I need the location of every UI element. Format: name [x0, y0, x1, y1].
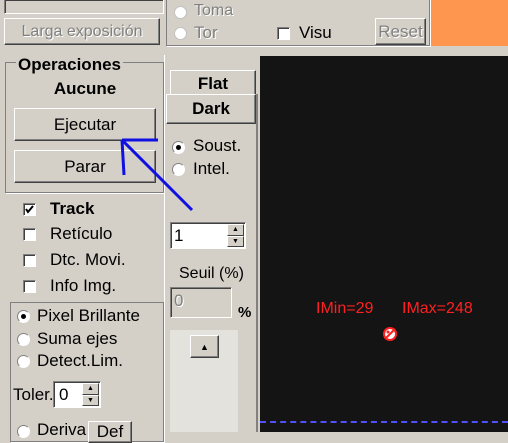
scroll-up-button[interactable]: ▲ — [190, 335, 219, 358]
panel-divider — [164, 55, 165, 432]
check-icon — [25, 205, 34, 214]
imax-readout: IMax=248 — [402, 300, 473, 317]
reset-button[interactable]: Reset — [375, 18, 426, 45]
count-spinner[interactable]: ▲ ▼ — [227, 224, 244, 247]
toler-value: 0 — [59, 385, 69, 404]
toler-up-icon[interactable]: ▲ — [82, 383, 99, 395]
larga-exposicion-label: Larga exposición — [21, 22, 143, 40]
top-left-strip — [4, 0, 164, 14]
dtc-movi-checkbox[interactable] — [23, 254, 36, 267]
larga-exposicion-button[interactable]: Larga exposición — [4, 18, 160, 45]
seuil-value: 0 — [174, 291, 184, 310]
def-label: Def — [96, 422, 124, 441]
reset-label: Reset — [378, 21, 423, 41]
tab-panel-edge — [256, 94, 258, 432]
seuil-label: Seuil (%) — [179, 265, 244, 282]
pixel-brillante-label: Pixel Brillante — [37, 306, 140, 325]
toler-label: Toler. — [13, 385, 54, 404]
parar-label: Parar — [64, 156, 106, 176]
radio-tor-label: Tor — [194, 23, 218, 42]
spin-down-icon[interactable]: ▼ — [227, 235, 244, 247]
track-checkbox[interactable] — [23, 203, 36, 216]
toler-down-icon[interactable]: ▼ — [82, 394, 99, 406]
accent-panel — [431, 0, 508, 46]
seuil-input[interactable]: 0 — [170, 287, 232, 318]
seuil-unit: % — [238, 304, 252, 321]
parar-button[interactable]: Parar — [14, 150, 156, 183]
deriva-label: Deriva — [37, 420, 87, 439]
radio-soust[interactable] — [172, 141, 185, 154]
toler-field[interactable]: 0 ▲ ▼ — [53, 381, 101, 408]
tab-dark[interactable]: Dark — [166, 94, 256, 124]
radio-detect-lim[interactable] — [17, 355, 30, 368]
operation-status: Aucune — [53, 79, 117, 98]
tab-dark-label: Dark — [192, 99, 230, 118]
suma-ejes-label: Suma ejes — [37, 329, 118, 348]
image-view[interactable]: IMin=29 IMax=248 — [260, 56, 508, 432]
radio-soust-label: Soust. — [193, 136, 242, 155]
dtc-movi-label: Dtc. Movi. — [50, 250, 126, 269]
radio-toma[interactable] — [174, 6, 187, 19]
reticulo-label: Retículo — [50, 224, 113, 243]
tab-flat[interactable]: Flat — [170, 70, 256, 96]
detect-lim-label: Detect.Lim. — [37, 351, 123, 370]
info-img-label: Info Img. — [50, 276, 117, 295]
radio-tor[interactable] — [174, 27, 187, 40]
scroll-up-icon: ▲ — [200, 341, 209, 352]
imin-readout: IMin=29 — [316, 300, 374, 317]
toler-spinner[interactable]: ▲ ▼ — [82, 383, 99, 406]
radio-intel[interactable] — [172, 163, 185, 176]
target-marker-icon — [383, 327, 397, 341]
radio-pixel-brillante[interactable] — [17, 310, 30, 323]
radio-toma-label: Toma — [194, 2, 234, 19]
operaciones-title: Operaciones — [16, 55, 123, 75]
reference-line — [260, 421, 508, 423]
visu-label: Visu — [299, 23, 332, 42]
reticulo-checkbox[interactable] — [23, 228, 36, 241]
radio-intel-label: Intel. — [193, 159, 230, 178]
tab-flat-label: Flat — [197, 73, 229, 93]
count-value: 1 — [174, 226, 184, 245]
def-button[interactable]: Def — [88, 421, 132, 443]
count-field[interactable]: 1 ▲ ▼ — [170, 222, 246, 249]
track-label: Track — [50, 199, 95, 218]
spin-up-icon[interactable]: ▲ — [227, 224, 244, 236]
radio-suma-ejes[interactable] — [17, 333, 30, 346]
ejecutar-button[interactable]: Ejecutar — [14, 108, 156, 141]
visu-checkbox[interactable] — [277, 27, 290, 40]
info-img-checkbox[interactable] — [23, 280, 36, 293]
ejecutar-label: Ejecutar — [53, 114, 117, 134]
